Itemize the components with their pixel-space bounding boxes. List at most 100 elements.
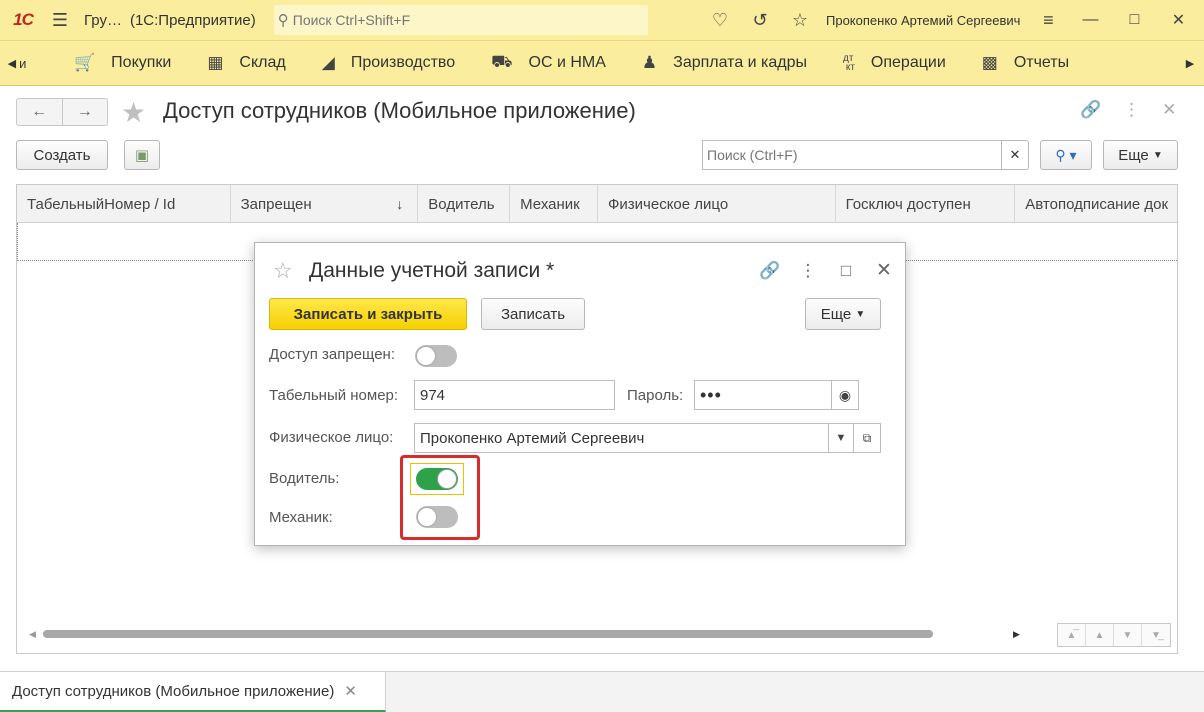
app-logo: 1С <box>13 10 34 29</box>
list-search[interactable] <box>702 140 1002 170</box>
cart-icon: 🛒 <box>74 53 96 72</box>
section-label: ОС и НМА <box>528 54 606 71</box>
more-actions-icon[interactable]: ⋮ <box>1123 100 1140 120</box>
section-production[interactable]: ◢ Производство <box>304 41 473 85</box>
column-label: Водитель <box>428 195 495 213</box>
clear-search-icon[interactable]: ✕ <box>1001 140 1029 170</box>
more-label: Еще <box>1118 146 1149 164</box>
section-salary[interactable]: ♟ Зарплата и кадры <box>624 41 825 85</box>
column-label: Физическое лицо <box>608 195 729 213</box>
column-label: ТабельныйНомер / Id <box>27 195 176 213</box>
next-row-icon[interactable]: ▼ <box>1114 624 1142 646</box>
section-fixed-assets[interactable]: ⛟ ОС и НМА <box>473 41 624 85</box>
forward-arrow-icon[interactable]: → <box>63 99 108 125</box>
titlebar-right: ♡ ↺ ☆ Прокопенко Артемий Сергеевич ≡ — □… <box>700 0 1200 40</box>
dialog-header-icons: 🔗 ⋮ □ ✕ <box>751 259 903 282</box>
history-icon[interactable]: ↺ <box>740 0 780 40</box>
tab-employee-access[interactable]: Доступ сотрудников (Мобильное приложение… <box>0 672 386 712</box>
prev-row-icon[interactable]: ▲ <box>1086 624 1114 646</box>
column-label: Механик <box>520 195 580 213</box>
warehouse-icon: ▦ <box>207 53 224 72</box>
current-user[interactable]: Прокопенко Артемий Сергеевич <box>826 13 1020 28</box>
more-label: Еще <box>820 305 852 323</box>
search-icon: ⚲ <box>277 12 289 29</box>
close-icon[interactable]: ✕ <box>865 259 903 282</box>
section-label: Операции <box>870 54 946 71</box>
settings-menu-icon[interactable]: ≡ <box>1028 0 1068 40</box>
save-and-close-button[interactable]: Записать и закрыть <box>269 298 467 330</box>
form-header-icons: 🔗 ⋮ ✕ <box>1080 100 1176 120</box>
section-label: Зарплата и кадры <box>673 54 808 71</box>
global-search[interactable]: ⚲ <box>273 5 648 35</box>
person-input[interactable] <box>415 429 828 447</box>
more-actions-icon[interactable]: ⋮ <box>789 261 827 281</box>
scroll-left-icon[interactable]: ◀ <box>29 629 43 640</box>
link-icon[interactable]: 🔗 <box>751 261 789 281</box>
section-label: Склад <box>239 54 286 71</box>
bell-icon[interactable]: ♡ <box>700 0 740 40</box>
tab-number-field[interactable] <box>414 380 615 410</box>
minimize-icon[interactable]: — <box>1068 0 1112 40</box>
back-arrow-icon[interactable]: ← <box>17 99 63 125</box>
close-icon[interactable]: ✕ <box>1156 0 1200 40</box>
column-tab-number[interactable]: ТабельныйНомер / Id <box>17 185 231 223</box>
section-warehouse[interactable]: ▦ Склад <box>189 41 303 85</box>
create-button[interactable]: Создать <box>16 140 108 170</box>
column-driver[interactable]: Водитель <box>418 185 511 223</box>
more-button[interactable]: Еще ▼ <box>805 298 881 330</box>
truck-icon: ⛟ <box>491 52 513 71</box>
list-search-input[interactable] <box>707 147 987 163</box>
column-person[interactable]: Физическое лицо <box>598 185 836 223</box>
close-form-icon[interactable]: ✕ <box>1162 100 1176 120</box>
section-reports[interactable]: ▩ Отчеты <box>964 41 1087 85</box>
favorites-star-icon[interactable]: ☆ <box>780 0 820 40</box>
section-label: Покупки <box>111 54 172 71</box>
mechanic-toggle[interactable] <box>416 506 458 528</box>
password-input[interactable] <box>695 384 831 406</box>
save-button[interactable]: Записать <box>481 298 585 330</box>
table-header: ТабельныйНомер / Id Запрещен ↓ Водитель М… <box>17 185 1177 223</box>
more-button[interactable]: Еще ▼ <box>1103 140 1178 170</box>
column-auto-sign[interactable]: Автоподписание док <box>1015 185 1177 223</box>
password-field[interactable] <box>694 380 832 410</box>
document-icon[interactable]: ▣ <box>124 140 160 170</box>
sort-arrow-icon: ↓ <box>396 196 404 212</box>
section-purchases[interactable]: 🛒 Покупки <box>34 41 189 85</box>
maximize-icon[interactable]: □ <box>827 261 865 281</box>
person-field[interactable] <box>414 423 829 453</box>
show-password-eye-icon[interactable]: ◉ <box>831 380 859 410</box>
first-row-icon[interactable]: ▲̅ <box>1058 624 1086 646</box>
main-menu-icon[interactable]: ☰ <box>46 0 74 40</box>
section-label: Производство <box>350 54 456 71</box>
search-button[interactable]: ⚲ ▾ <box>1040 140 1092 170</box>
password-label: Пароль: <box>627 387 684 404</box>
scroll-right-icon[interactable]: ▶ <box>1013 629 1027 640</box>
link-icon[interactable]: 🔗 <box>1080 100 1101 120</box>
global-search-input[interactable] <box>292 12 633 28</box>
chevron-down-icon: ▼ <box>1152 149 1163 161</box>
last-row-icon[interactable]: ▼̲ <box>1142 624 1170 646</box>
driver-toggle[interactable] <box>416 468 458 490</box>
tab-number-input[interactable] <box>415 386 614 404</box>
close-tab-icon[interactable]: ✕ <box>344 682 357 700</box>
column-gos-key[interactable]: Госключ доступен <box>836 185 1016 223</box>
column-denied[interactable]: Запрещен ↓ <box>231 185 419 223</box>
favorite-star-icon[interactable]: ☆ <box>273 258 293 284</box>
sections-scroll-left-icon[interactable]: ◀ и <box>0 41 34 85</box>
person-dropdown-chevron-down-icon[interactable]: ▼ <box>828 423 854 453</box>
column-label: Автоподписание док <box>1025 195 1169 213</box>
horizontal-scrollbar[interactable]: ◀ ▶ <box>29 629 1039 639</box>
scrollbar-thumb[interactable] <box>43 630 933 638</box>
open-person-icon[interactable]: ⧉ <box>853 423 881 453</box>
open-windows-bar: Доступ сотрудников (Мобильное приложение… <box>0 671 1204 712</box>
sections-panel: ◀ и 🛒 Покупки ▦ Склад ◢ Производство ⛟ ОС и Н… <box>0 40 1204 86</box>
access-denied-toggle[interactable] <box>415 345 457 367</box>
person-icon: ♟ <box>641 53 658 72</box>
sections-scroll-right-icon[interactable]: ▶ <box>1176 41 1204 85</box>
favorite-star-icon[interactable]: ★ <box>121 96 146 129</box>
maximize-icon[interactable]: □ <box>1112 0 1156 40</box>
bar-chart-icon: ▩ <box>981 53 998 72</box>
driver-label: Водитель: <box>269 470 340 487</box>
column-mechanic[interactable]: Механик <box>510 185 598 223</box>
section-operations[interactable]: дт кт Операции <box>825 41 964 85</box>
